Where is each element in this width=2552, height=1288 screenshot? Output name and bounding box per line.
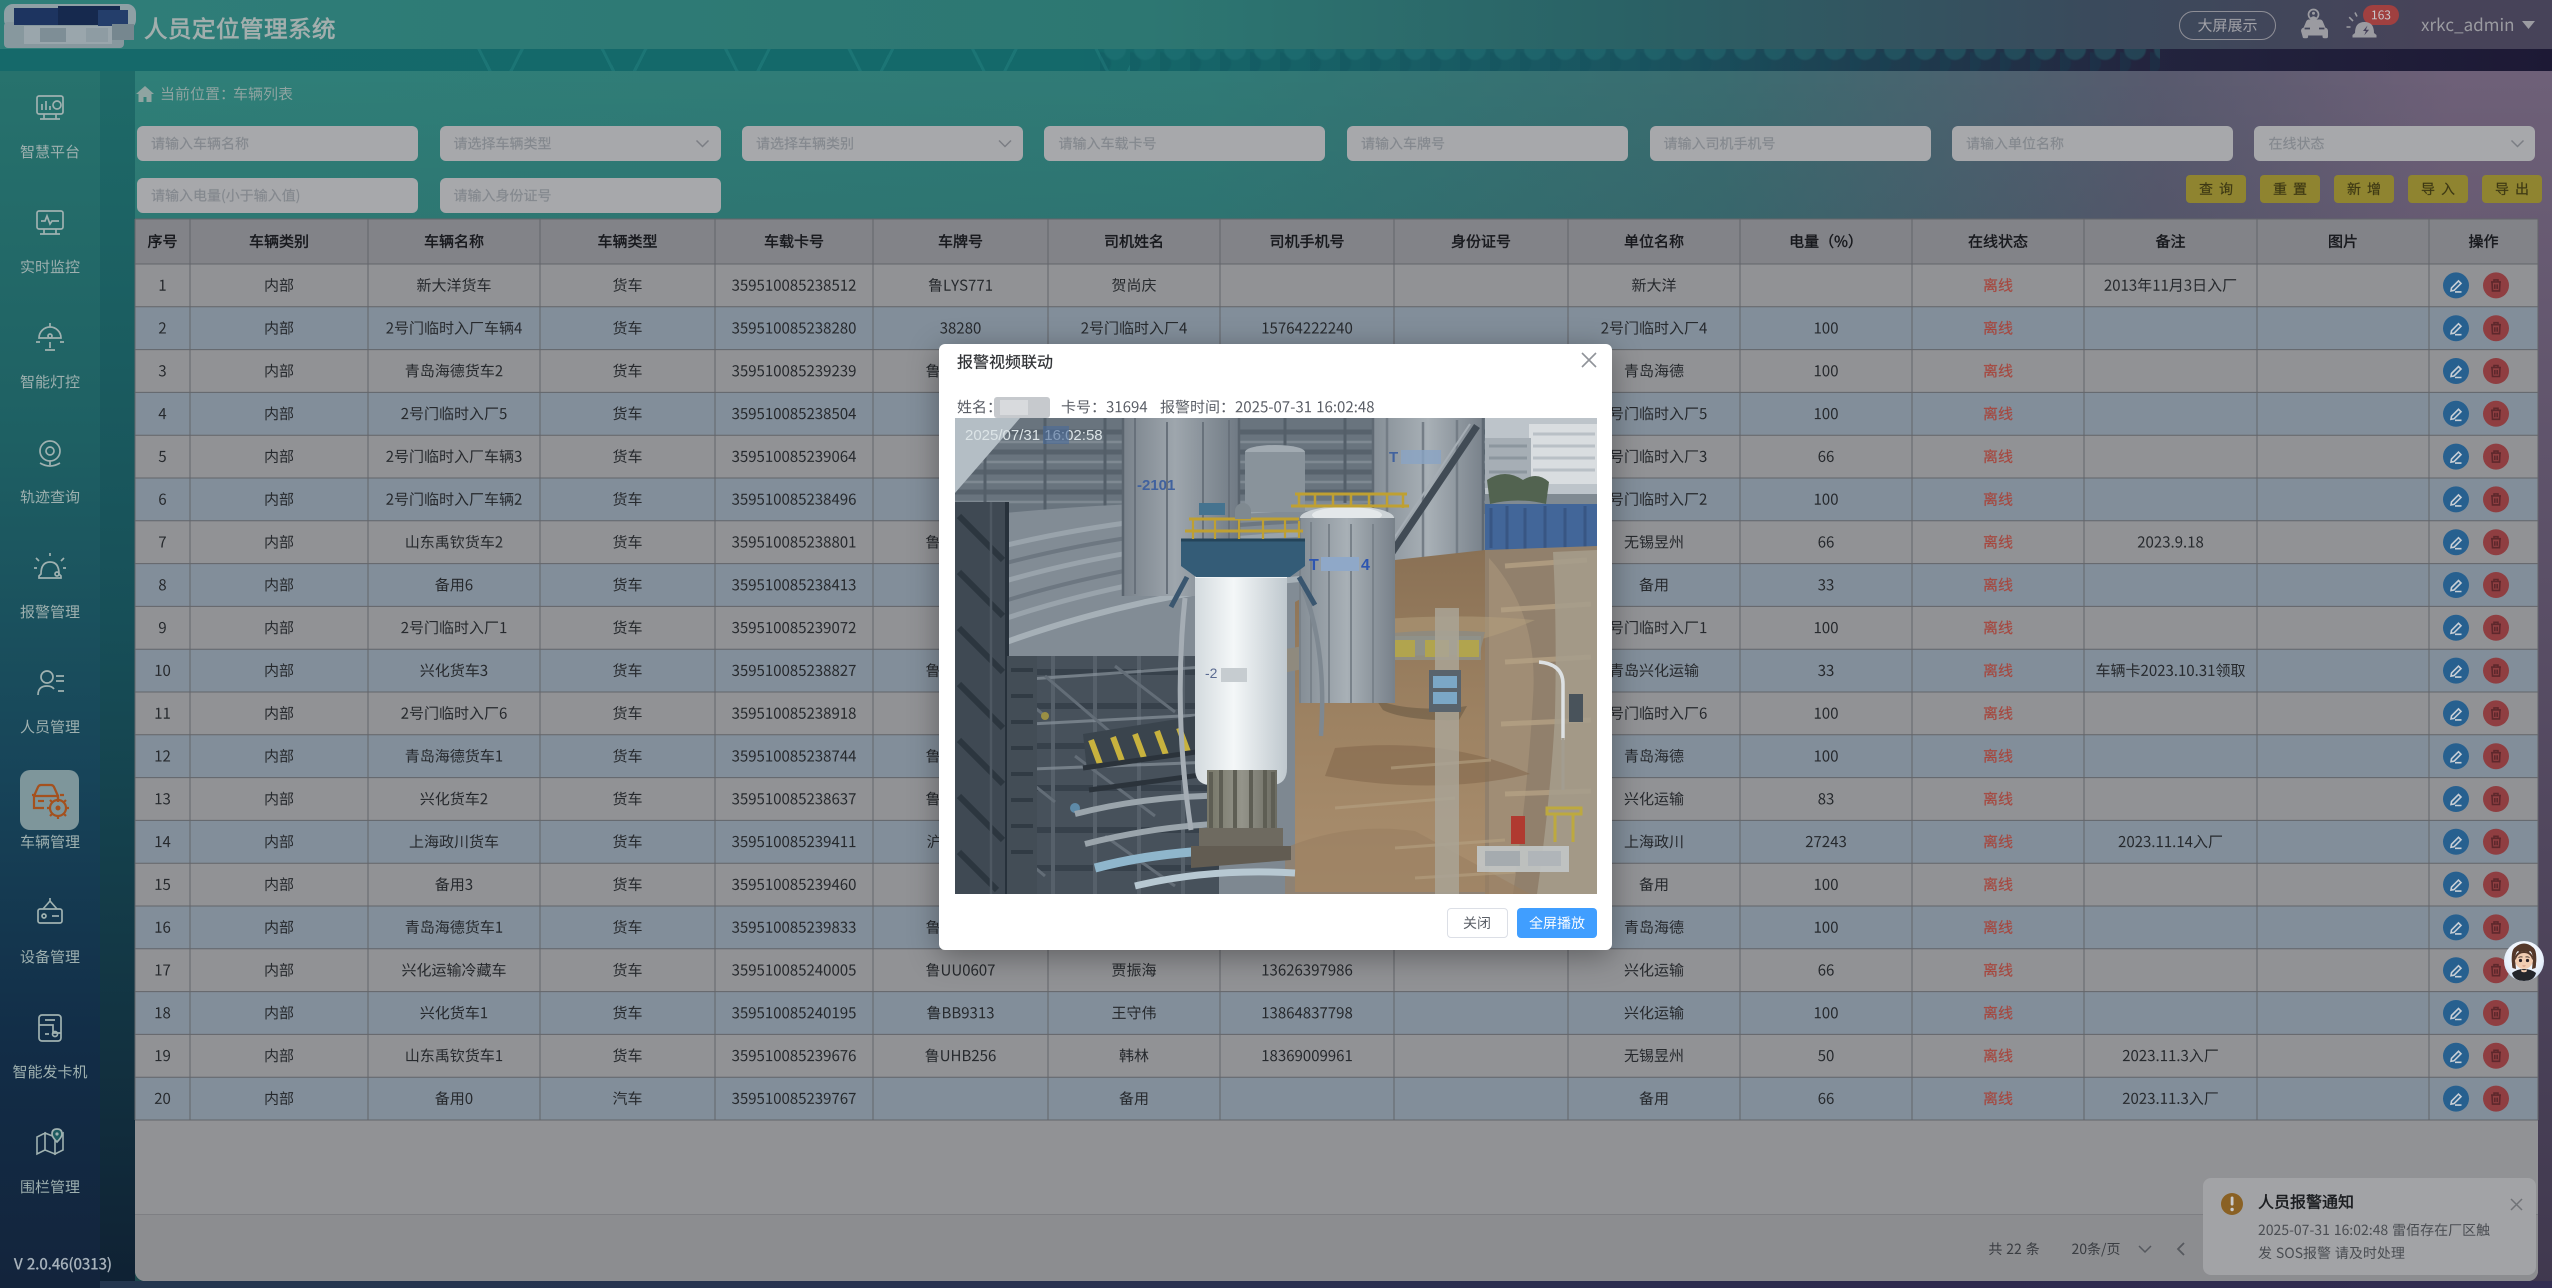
svg-text:-2101: -2101 [1137, 477, 1175, 494]
svg-text:T: T [1389, 449, 1398, 466]
svg-text:T: T [1309, 557, 1319, 574]
svg-text:-2: -2 [1205, 665, 1218, 681]
svg-text:4: 4 [1361, 557, 1370, 574]
svg-text:2025/07/31 16:02:58: 2025/07/31 16:02:58 [965, 427, 1103, 444]
